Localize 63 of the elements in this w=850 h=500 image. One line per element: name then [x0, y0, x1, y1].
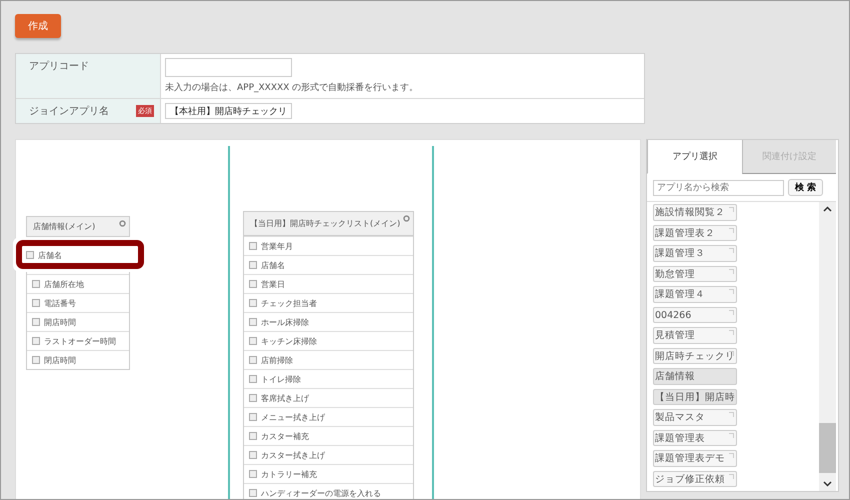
app-item[interactable]: 施設情報閲覧２	[653, 204, 737, 220]
checkbox[interactable]	[249, 318, 257, 326]
corner-icon	[729, 248, 734, 253]
checkbox[interactable]	[32, 318, 40, 326]
checkbox[interactable]	[249, 261, 257, 269]
search-field[interactable]: アプリ名から検索	[653, 180, 784, 196]
corner-icon	[729, 412, 734, 417]
checkbox[interactable]	[249, 470, 257, 478]
table-title: 店舗情報(メイン)	[27, 217, 129, 237]
scrollbar[interactable]	[819, 202, 836, 491]
gear-icon[interactable]	[119, 220, 126, 227]
app-item[interactable]: 製品マスタ	[653, 409, 737, 426]
checkbox[interactable]	[249, 375, 257, 383]
checkbox[interactable]	[249, 299, 257, 307]
checkbox[interactable]	[249, 242, 257, 250]
corner-icon	[729, 207, 734, 212]
app-item[interactable]: 見積管理	[653, 327, 737, 344]
checkbox[interactable]	[249, 356, 257, 364]
checkbox[interactable]	[249, 337, 257, 345]
app-item[interactable]: 004266	[653, 306, 737, 323]
checkbox[interactable]	[249, 280, 257, 288]
corner-icon	[729, 289, 734, 294]
checkbox[interactable]	[26, 251, 34, 259]
checkbox[interactable]	[249, 432, 257, 440]
app-item[interactable]: 店舗情報	[653, 368, 737, 384]
checkbox[interactable]	[249, 394, 257, 402]
app-item[interactable]: 課題管理３	[653, 245, 737, 262]
create-button[interactable]: 作成	[15, 14, 61, 38]
corner-icon	[729, 432, 734, 438]
app-item[interactable]: ジョブ修正依頼	[653, 470, 737, 487]
app-item[interactable]: 勤怠管理	[653, 266, 737, 282]
checkbox[interactable]	[32, 337, 40, 345]
corner-icon	[729, 474, 734, 478]
app-item[interactable]: 課題管理４	[653, 286, 737, 302]
scrollbar-thumb[interactable]	[819, 423, 836, 473]
gear-icon[interactable]	[403, 215, 410, 222]
field-label: ジョインアプリ名	[29, 104, 109, 118]
app-item[interactable]: 課題管理表２	[653, 224, 737, 241]
table-title: 【当日用】開店時チェックリスト(メイン)	[244, 212, 413, 236]
field-label: アプリコード	[29, 60, 89, 73]
checkbox[interactable]	[249, 489, 257, 497]
app-item[interactable]: 課題管理表	[653, 430, 737, 446]
corner-icon	[729, 453, 734, 458]
checkbox[interactable]	[32, 280, 40, 288]
search-button[interactable]: 検 索	[788, 179, 823, 196]
corner-icon	[729, 330, 734, 335]
checkbox[interactable]	[249, 451, 257, 459]
corner-icon	[729, 228, 734, 232]
app-code-field[interactable]	[165, 58, 292, 77]
corner-icon	[729, 350, 734, 356]
hint-text: 未入力の場合は、APP_XXXXX の形式で自動採番を行います。	[165, 82, 418, 94]
corner-icon	[729, 268, 734, 274]
app-item[interactable]: 課題管理表デモ	[653, 450, 737, 466]
chevron-down-icon[interactable]	[823, 481, 832, 487]
join-app-name-field[interactable]: 【本社用】開店時チェックリ	[165, 103, 292, 119]
corner-icon	[729, 310, 734, 314]
checkbox[interactable]	[32, 299, 40, 307]
field-item[interactable]: ハンディオーダーの電源を入れる	[244, 483, 413, 499]
checkbox[interactable]	[32, 356, 40, 364]
chevron-up-icon[interactable]	[823, 206, 832, 212]
app-item[interactable]: 開店時チェックリ	[653, 348, 737, 364]
checkbox[interactable]	[249, 413, 257, 421]
app-item[interactable]: 【当日用】開店時	[653, 388, 737, 405]
